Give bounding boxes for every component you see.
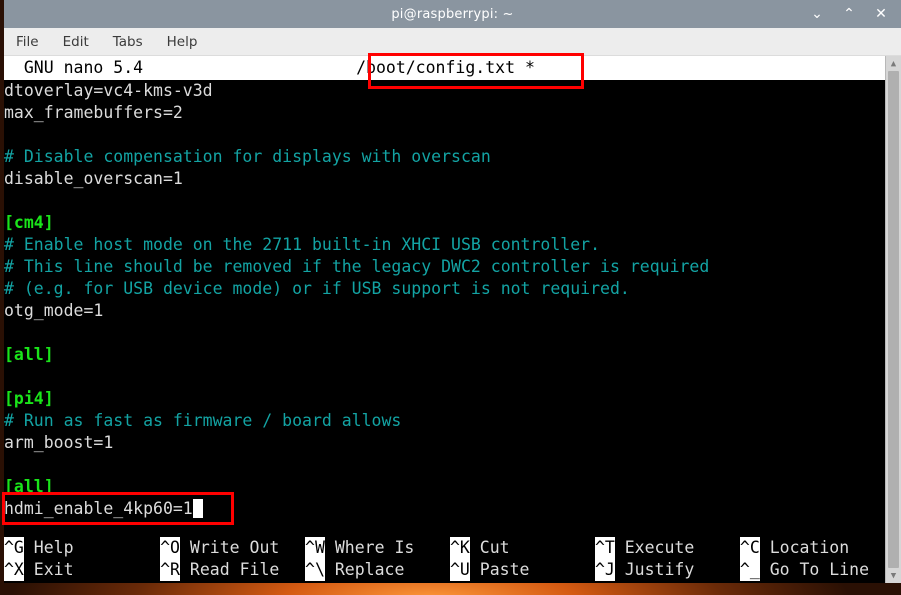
shortcut-key: ^O: [160, 537, 180, 559]
nano-line-text: [pi4]: [4, 389, 54, 408]
nano-line-text: # Enable host mode on the 2711 built-in …: [4, 235, 601, 254]
shortcut-item[interactable]: ^X Exit: [4, 559, 74, 581]
nano-line: disable_overscan=1: [4, 168, 901, 190]
nano-line: # This line should be removed if the leg…: [4, 256, 901, 278]
shortcut-item[interactable]: ^K Cut: [450, 537, 510, 559]
menu-item-edit[interactable]: Edit: [63, 34, 89, 50]
shortcut-label: Paste: [469, 560, 530, 579]
nano-line-text: [all]: [4, 345, 54, 364]
nano-line: [4, 322, 901, 344]
shortcut-key: ^X: [4, 559, 24, 581]
shortcut-key: ^_: [739, 559, 760, 581]
shortcut-label: Where Is: [324, 538, 415, 557]
shortcut-item[interactable]: ^G Help: [4, 537, 74, 559]
nano-line: # Enable host mode on the 2711 built-in …: [4, 234, 901, 256]
nano-line-text: [all]: [4, 477, 54, 496]
shortcut-label: Cut: [469, 538, 510, 557]
nano-line-text: # This line should be removed if the leg…: [4, 257, 710, 276]
shortcut-label: Replace: [324, 560, 405, 579]
shortcut-label: Exit: [23, 560, 74, 579]
window-controls: ⌄ ⌃ ✕: [809, 0, 895, 28]
shortcut-key: ^C: [739, 537, 760, 559]
nano-line-text: otg_mode=1: [4, 301, 104, 320]
scroll-down-icon[interactable]: ▼: [886, 568, 901, 583]
shortcut-label: Execute: [614, 538, 695, 557]
nano-shortcut-bar: ^G Help ^O Write Out ^W Where Is ^K Cut ^T E…: [4, 537, 901, 583]
shortcut-item[interactable]: ^O Write Out: [160, 537, 279, 559]
nano-line: hdmi_enable_4kp60=1: [4, 498, 901, 520]
scrollbar-track[interactable]: [886, 71, 901, 568]
menu-item-tabs[interactable]: Tabs: [113, 34, 143, 50]
shortcut-item[interactable]: ^_ Go To Line: [739, 559, 870, 581]
nano-version: GNU nano 5.4: [4, 58, 144, 77]
window-titlebar[interactable]: pi@raspberrypi: ~ ⌄ ⌃ ✕: [4, 0, 901, 28]
shortcut-key: ^G: [4, 537, 24, 559]
nano-line-text: disable_overscan=1: [4, 169, 183, 188]
nano-line: dtoverlay=vc4-kms-v3d: [4, 80, 901, 102]
nano-line-text: hdmi_enable_4kp60=1: [4, 499, 193, 518]
nano-line: [4, 190, 901, 212]
nano-line: [pi4]: [4, 388, 901, 410]
nano-line: [4, 124, 901, 146]
terminal-area[interactable]: GNU nano 5.4 /boot/config.txt * dtoverla…: [4, 56, 901, 583]
nano-line: [4, 454, 901, 476]
shortcut-item[interactable]: ^U Paste: [450, 559, 529, 581]
shortcut-key: ^T: [594, 537, 615, 559]
shortcut-key: ^R: [160, 559, 180, 581]
shortcut-row: ^X Exit ^R Read File ^\ Replace ^U Paste ^J …: [4, 559, 901, 581]
shortcut-item[interactable]: ^C Location: [739, 537, 850, 559]
scroll-up-icon[interactable]: ▲: [886, 56, 901, 71]
terminal-scrollbar[interactable]: ▲ ▼: [885, 56, 901, 583]
nano-line: max_framebuffers=2: [4, 102, 901, 124]
screen: pi@raspberrypi: ~ ⌄ ⌃ ✕ File Edit Tabs H…: [0, 0, 901, 595]
maximize-icon[interactable]: ⌃: [841, 6, 857, 22]
shortcut-label: Location: [759, 538, 850, 557]
shortcut-item[interactable]: ^W Where Is: [305, 537, 414, 559]
shortcut-label: Read File: [179, 560, 280, 579]
nano-line: # Disable compensation for displays with…: [4, 146, 901, 168]
shortcut-label: Go To Line: [759, 560, 870, 579]
nano-line: [cm4]: [4, 212, 901, 234]
shortcut-item[interactable]: ^T Execute: [594, 537, 695, 559]
nano-line: # (e.g. for USB device mode) or if USB s…: [4, 278, 901, 300]
shortcut-row: ^G Help ^O Write Out ^W Where Is ^K Cut ^T E…: [4, 537, 901, 559]
nano-line: [all]: [4, 476, 901, 498]
nano-titlebar: GNU nano 5.4 /boot/config.txt *: [4, 56, 901, 80]
nano-line-text: max_framebuffers=2: [4, 103, 183, 122]
menubar: File Edit Tabs Help: [4, 28, 901, 56]
shortcut-label: Help: [23, 538, 74, 557]
shortcut-label: Write Out: [179, 538, 280, 557]
nano-line-text: # Disable compensation for displays with…: [4, 147, 491, 166]
nano-line-text: arm_boost=1: [4, 433, 114, 452]
shortcut-item[interactable]: ^R Read File: [160, 559, 279, 581]
nano-line: [all]: [4, 344, 901, 366]
shortcut-key: ^J: [594, 559, 615, 581]
shortcut-item[interactable]: ^\ Replace: [305, 559, 404, 581]
minimize-icon[interactable]: ⌄: [809, 6, 825, 22]
nano-filename: /boot/config.txt *: [356, 58, 535, 77]
nano-line-text: dtoverlay=vc4-kms-v3d: [4, 81, 213, 100]
window-title: pi@raspberrypi: ~: [391, 6, 514, 22]
menu-item-file[interactable]: File: [16, 34, 39, 50]
scrollbar-thumb[interactable]: [888, 71, 899, 568]
close-icon[interactable]: ✕: [873, 6, 889, 22]
nano-text-buffer[interactable]: dtoverlay=vc4-kms-v3d max_framebuffers=2 #…: [4, 80, 901, 537]
text-cursor: [192, 499, 203, 518]
nano-line: [4, 366, 901, 388]
shortcut-key: ^K: [450, 537, 470, 559]
nano-line: otg_mode=1: [4, 300, 901, 322]
shortcut-key: ^\: [305, 559, 325, 581]
shortcut-item[interactable]: ^J Justify: [594, 559, 695, 581]
nano-line-text: # (e.g. for USB device mode) or if USB s…: [4, 279, 630, 298]
shortcut-key: ^W: [305, 537, 325, 559]
nano-line-text: [cm4]: [4, 213, 54, 232]
shortcut-key: ^U: [450, 559, 470, 581]
nano-line-text: # Run as fast as firmware / board allows: [4, 411, 402, 430]
terminal-window: pi@raspberrypi: ~ ⌄ ⌃ ✕ File Edit Tabs H…: [4, 0, 901, 583]
shortcut-label: Justify: [614, 560, 695, 579]
menu-item-help[interactable]: Help: [167, 34, 198, 50]
nano-editor: GNU nano 5.4 /boot/config.txt * dtoverla…: [4, 56, 901, 583]
nano-line: arm_boost=1: [4, 432, 901, 454]
nano-line: # Run as fast as firmware / board allows: [4, 410, 901, 432]
